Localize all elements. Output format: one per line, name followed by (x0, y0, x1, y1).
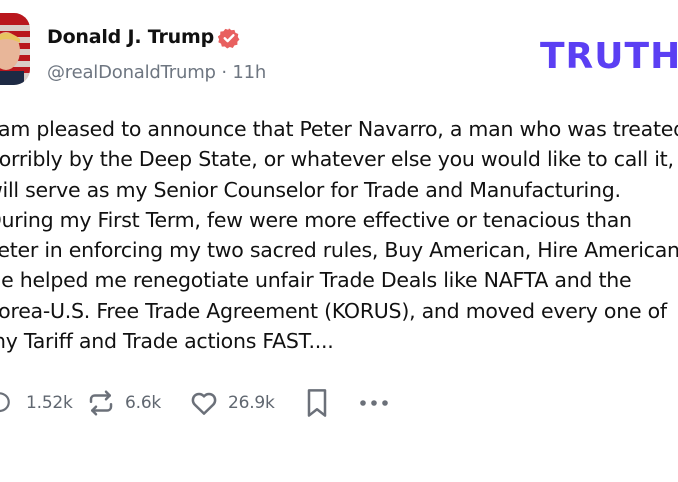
more-icon (360, 400, 388, 406)
more-options-button[interactable] (358, 386, 390, 420)
verified-badge-icon (218, 28, 240, 49)
retruth-button[interactable]: 6.6k (86, 386, 161, 420)
meta-separator: · (221, 62, 227, 83)
author-handle-line: @realDonaldTrump · 11h (47, 62, 266, 83)
reply-button[interactable]: 1.52k (0, 386, 73, 420)
retruth-count: 6.6k (125, 393, 162, 413)
bookmark-button[interactable] (303, 386, 331, 420)
post-line: will serve as my Senior Counselor for Tr… (0, 177, 621, 202)
like-count: 26.9k (228, 393, 275, 413)
post-line: During my First Term, few were more effe… (0, 207, 632, 232)
reply-count: 1.52k (26, 393, 73, 413)
author-avatar[interactable] (0, 13, 30, 85)
post-action-bar: 1.52k 6.6k 26.9k (0, 386, 678, 420)
post-line: my Tariff and Trade actions FAST.... (0, 329, 334, 354)
author-name[interactable]: Donald J. Trump (47, 26, 214, 48)
post-line: horribly by the Deep State, or whatever … (0, 147, 674, 172)
post-line: I am pleased to announce that Peter Nava… (0, 117, 678, 141)
reply-icon (0, 392, 10, 413)
avatar-image (0, 13, 30, 85)
bookmark-icon (307, 389, 327, 417)
post-line: Peter in enforcing my two sacred rules, … (0, 238, 678, 263)
post-text: I am pleased to announce that Peter Nava… (0, 114, 678, 356)
truth-social-logo[interactable]: TRUTH (540, 36, 678, 77)
author-handle[interactable]: @realDonaldTrump (47, 62, 216, 83)
retruth-icon (89, 390, 113, 416)
post-line: Korea-U.S. Free Trade Agreement (KORUS),… (0, 298, 667, 323)
post-time[interactable]: 11h (232, 62, 266, 83)
post-line: He helped me renegotiate unfair Trade De… (0, 268, 632, 293)
like-icon (191, 392, 217, 415)
like-button[interactable]: 26.9k (189, 386, 275, 420)
